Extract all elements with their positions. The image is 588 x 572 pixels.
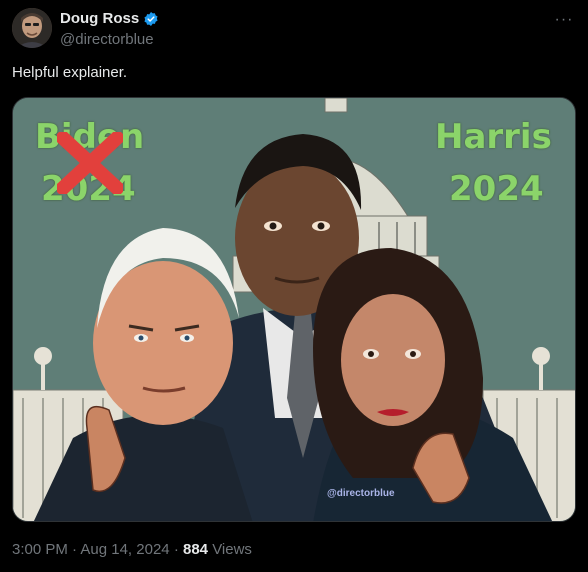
views-count: 884 bbox=[182, 541, 209, 558]
avatar[interactable] bbox=[12, 8, 52, 48]
meta-separator: · bbox=[173, 541, 179, 558]
poster-right-year: 2024 bbox=[449, 169, 544, 209]
avatar-image bbox=[12, 8, 52, 48]
tweet-media-image[interactable]: Biden 2024 Harris 2024 @directorblue bbox=[12, 97, 576, 522]
meta-separator: · bbox=[72, 541, 78, 558]
image-watermark: @directorblue bbox=[327, 488, 395, 499]
verified-badge-icon[interactable] bbox=[143, 11, 159, 27]
post-time[interactable]: 3:00 PM bbox=[12, 541, 68, 558]
red-x-icon bbox=[57, 132, 123, 194]
name-row: Doug Ross bbox=[60, 9, 159, 28]
views-label: Views bbox=[212, 541, 252, 558]
post-date[interactable]: Aug 14, 2024 bbox=[80, 541, 169, 558]
author-block: Doug Ross @directorblue bbox=[60, 9, 159, 48]
more-options-button[interactable]: ··· bbox=[552, 10, 576, 30]
poster-right-name: Harris bbox=[435, 117, 552, 157]
more-icon: ··· bbox=[554, 11, 574, 28]
tweet-meta: 3:00 PM · Aug 14, 2024 · 884 Views bbox=[12, 541, 252, 558]
handle[interactable]: @directorblue bbox=[60, 31, 159, 48]
display-name[interactable]: Doug Ross bbox=[60, 10, 139, 27]
tweet: Doug Ross @directorblue ··· Helpful expl… bbox=[0, 0, 588, 572]
tweet-text: Helpful explainer. bbox=[12, 64, 128, 81]
